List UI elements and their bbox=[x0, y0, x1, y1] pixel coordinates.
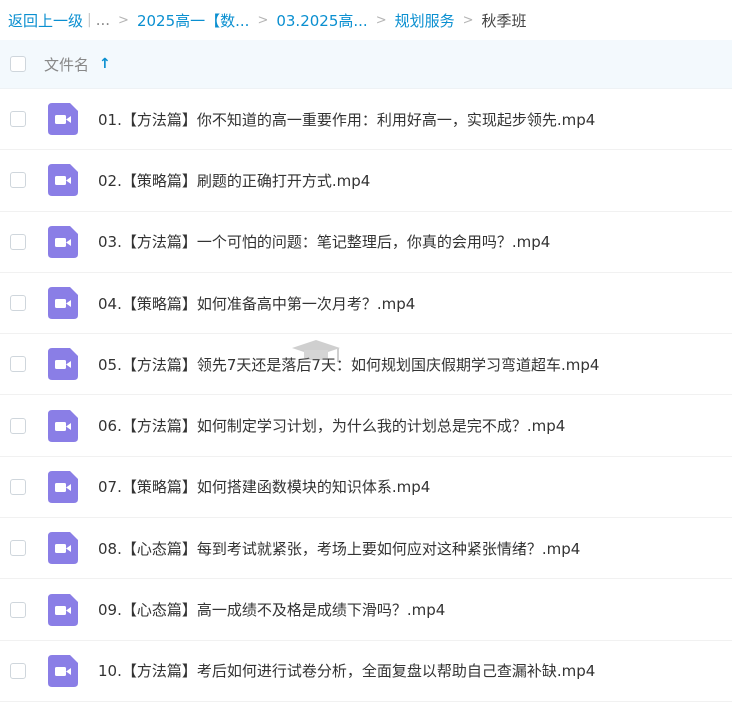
file-name[interactable]: 08.【心态篇】每到考试就紧张，考场上要如何应对这种紧张情绪？.mp4 bbox=[98, 538, 580, 559]
column-header-filename[interactable]: 文件名 ↑ bbox=[44, 54, 111, 75]
arrow-up-icon[interactable]: ↑ bbox=[99, 56, 111, 72]
video-file-icon bbox=[48, 470, 78, 503]
file-row[interactable]: 05.【方法篇】领先7天还是落后7天：如何规划国庆假期学习弯道超车.mp4 bbox=[0, 334, 732, 396]
video-file-icon bbox=[48, 103, 78, 136]
breadcrumb-separator-icon: > bbox=[375, 12, 387, 28]
video-file-icon bbox=[48, 654, 78, 687]
file-row[interactable]: 06.【方法篇】如何制定学习计划，为什么我的计划总是完不成？.mp4 bbox=[0, 395, 732, 457]
file-name[interactable]: 10.【方法篇】考后如何进行试卷分析，全面复盘以帮助自己查漏补缺.mp4 bbox=[98, 660, 595, 681]
file-row[interactable]: 04.【策略篇】如何准备高中第一次月考？.mp4 bbox=[0, 273, 732, 335]
row-checkbox[interactable] bbox=[10, 540, 26, 557]
video-file-icon bbox=[48, 225, 78, 258]
file-name[interactable]: 06.【方法篇】如何制定学习计划，为什么我的计划总是完不成？.mp4 bbox=[98, 415, 565, 436]
file-row[interactable]: 10.【方法篇】考后如何进行试卷分析，全面复盘以帮助自己查漏补缺.mp4 bbox=[0, 641, 732, 702]
back-link[interactable]: 返回上一级 bbox=[8, 10, 83, 31]
video-file-icon bbox=[48, 409, 78, 442]
breadcrumb-ellipsis[interactable]: ... bbox=[96, 11, 110, 29]
breadcrumb-item[interactable]: 规划服务 bbox=[395, 10, 455, 31]
column-header-label: 文件名 bbox=[44, 55, 90, 74]
video-file-icon bbox=[48, 532, 78, 565]
row-checkbox[interactable] bbox=[10, 356, 26, 373]
file-name[interactable]: 09.【心态篇】高一成绩不及格是成绩下滑吗？.mp4 bbox=[98, 599, 445, 620]
row-checkbox[interactable] bbox=[10, 233, 26, 250]
file-row[interactable]: 02.【策略篇】刷题的正确打开方式.mp4 bbox=[0, 150, 732, 212]
file-name[interactable]: 01.【方法篇】你不知道的高一重要作用：利用好高一，实现起步领先.mp4 bbox=[98, 109, 595, 130]
breadcrumb-current: 秋季班 bbox=[481, 11, 527, 30]
select-all-checkbox[interactable] bbox=[10, 56, 26, 72]
row-checkbox[interactable] bbox=[10, 417, 26, 434]
file-name[interactable]: 03.【方法篇】一个可怕的问题：笔记整理后，你真的会用吗？.mp4 bbox=[98, 231, 550, 252]
breadcrumb-item[interactable]: 2025高一【数... bbox=[137, 10, 249, 31]
file-list-header: 文件名 ↑ bbox=[0, 40, 732, 89]
file-name[interactable]: 02.【策略篇】刷题的正确打开方式.mp4 bbox=[98, 170, 370, 191]
video-file-icon bbox=[48, 348, 78, 381]
file-row[interactable]: 01.【方法篇】你不知道的高一重要作用：利用好高一，实现起步领先.mp4 bbox=[0, 89, 732, 151]
breadcrumb-separator-icon: > bbox=[462, 12, 474, 28]
row-checkbox[interactable] bbox=[10, 662, 26, 679]
video-file-icon bbox=[48, 593, 78, 626]
file-name[interactable]: 07.【策略篇】如何搭建函数模块的知识体系.mp4 bbox=[98, 476, 430, 497]
breadcrumb-separator-icon: > bbox=[257, 12, 269, 28]
row-checkbox[interactable] bbox=[10, 172, 26, 189]
row-checkbox[interactable] bbox=[10, 478, 26, 495]
file-name[interactable]: 04.【策略篇】如何准备高中第一次月考？.mp4 bbox=[98, 293, 415, 314]
file-row[interactable]: 03.【方法篇】一个可怕的问题：笔记整理后，你真的会用吗？.mp4 bbox=[0, 212, 732, 273]
row-checkbox[interactable] bbox=[10, 295, 26, 312]
file-row[interactable]: 09.【心态篇】高一成绩不及格是成绩下滑吗？.mp4 bbox=[0, 579, 732, 641]
breadcrumb: 返回上一级 | ... > 2025高一【数... > 03.2025高... … bbox=[0, 0, 732, 40]
file-list: 01.【方法篇】你不知道的高一重要作用：利用好高一，实现起步领先.mp4 02.… bbox=[0, 89, 732, 702]
file-row[interactable]: 08.【心态篇】每到考试就紧张，考场上要如何应对这种紧张情绪？.mp4 bbox=[0, 518, 732, 580]
breadcrumb-divider: | bbox=[87, 12, 92, 28]
breadcrumb-item[interactable]: 03.2025高... bbox=[276, 10, 367, 31]
video-file-icon bbox=[48, 287, 78, 320]
file-row[interactable]: 07.【策略篇】如何搭建函数模块的知识体系.mp4 bbox=[0, 457, 732, 519]
file-name[interactable]: 05.【方法篇】领先7天还是落后7天：如何规划国庆假期学习弯道超车.mp4 bbox=[98, 354, 599, 375]
row-checkbox[interactable] bbox=[10, 111, 26, 128]
video-file-icon bbox=[48, 164, 78, 197]
row-checkbox[interactable] bbox=[10, 601, 26, 618]
breadcrumb-separator-icon: > bbox=[118, 12, 129, 28]
